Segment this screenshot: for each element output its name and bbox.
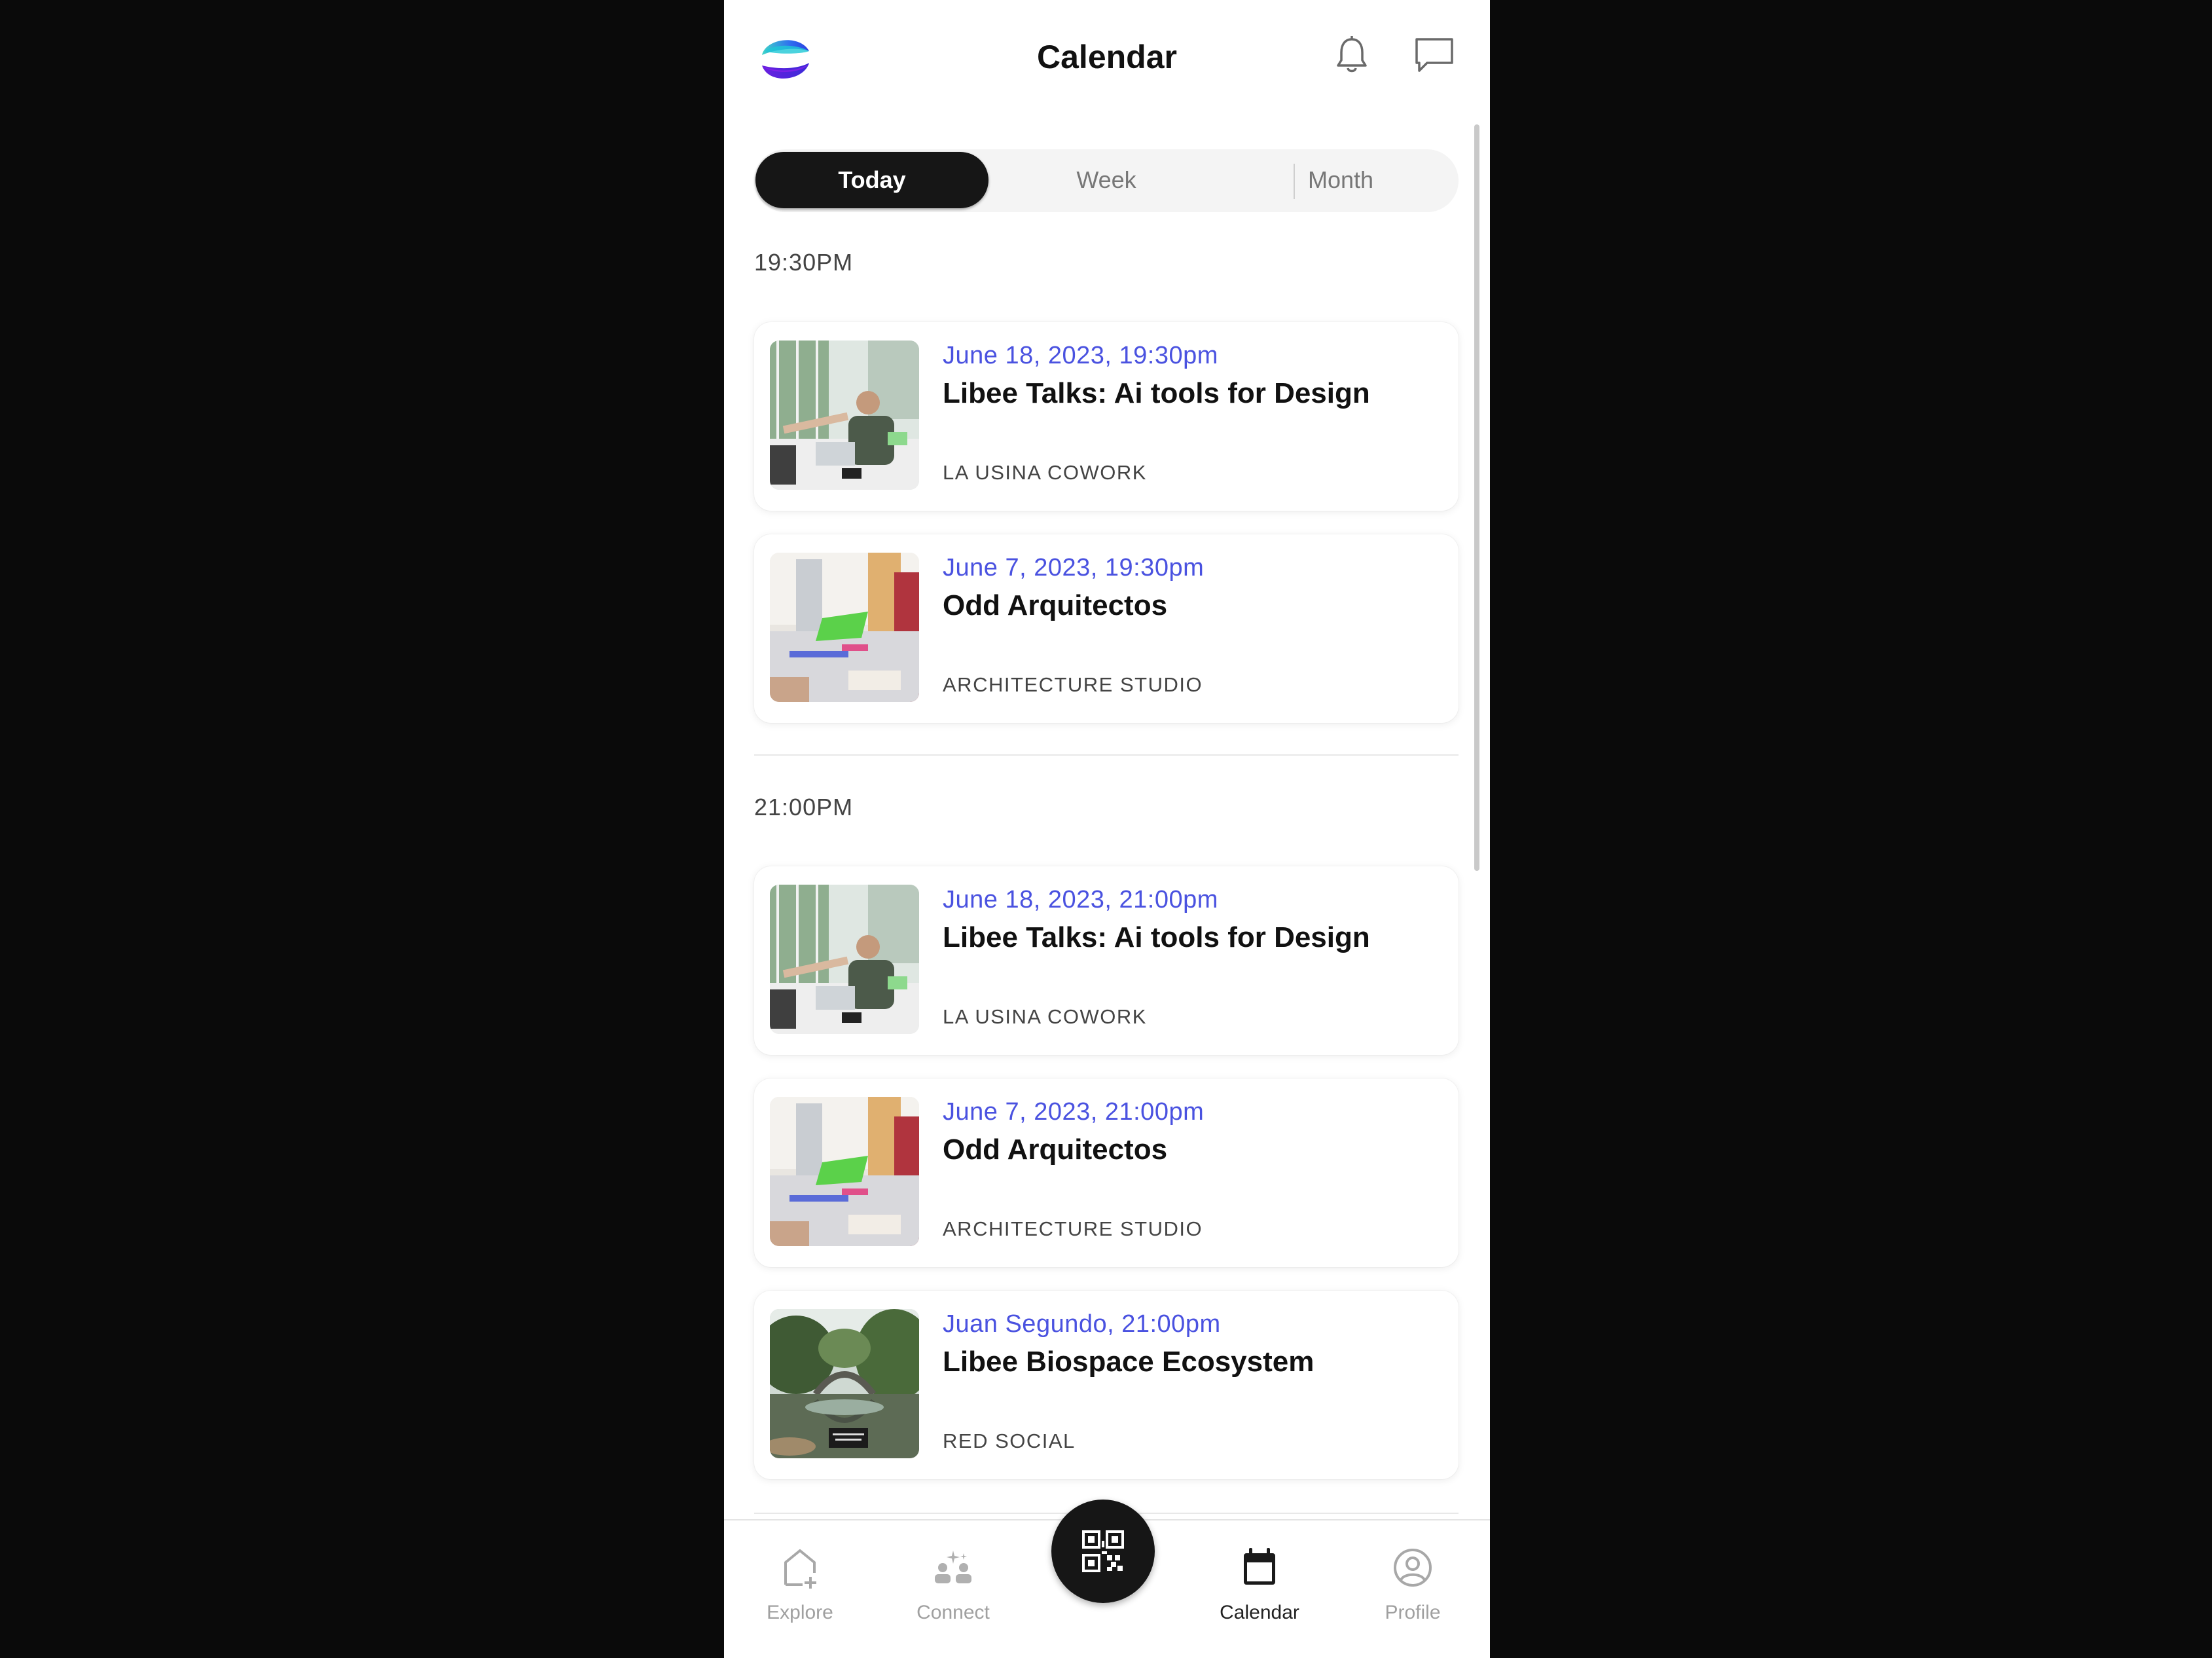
- phone-screen: Calendar Today Week Month 19:30PM June 1…: [724, 0, 1490, 1658]
- nav-explore[interactable]: Explore: [734, 1544, 865, 1642]
- scrollbar[interactable]: [1474, 124, 1479, 871]
- event-date: June 7, 2023, 21:00pm: [943, 1098, 1205, 1126]
- event-venue: LA USINA COWORK: [943, 1005, 1147, 1028]
- event-date: June 18, 2023, 21:00pm: [943, 886, 1218, 913]
- event-card[interactable]: June 18, 2023, 19:30pm Libee Talks: Ai t…: [754, 322, 1459, 511]
- tab-today[interactable]: Today: [755, 152, 988, 208]
- event-title: Odd Arquitectos: [943, 589, 1168, 621]
- bell-icon[interactable]: [1329, 33, 1375, 79]
- nav-profile[interactable]: Profile: [1347, 1544, 1478, 1642]
- qr-code-icon: [1082, 1530, 1124, 1572]
- event-date: June 18, 2023, 19:30pm: [943, 342, 1218, 369]
- event-venue: LA USINA COWORK: [943, 461, 1147, 484]
- nav-label: Calendar: [1220, 1602, 1299, 1623]
- view-segmented-control: Today Week Month: [754, 149, 1459, 212]
- section-divider: [754, 754, 1459, 756]
- event-thumbnail: [770, 1097, 919, 1246]
- nav-label: Explore: [767, 1602, 833, 1623]
- nav-connect[interactable]: Connect: [888, 1544, 1019, 1642]
- chat-icon[interactable]: [1411, 33, 1457, 79]
- event-thumbnail: [770, 553, 919, 702]
- event-card[interactable]: June 18, 2023, 21:00pm Libee Talks: Ai t…: [754, 866, 1459, 1055]
- event-card[interactable]: Juan Segundo, 21:00pm Libee Biospace Eco…: [754, 1291, 1459, 1479]
- page-title: Calendar: [1037, 39, 1177, 75]
- event-title: Odd Arquitectos: [943, 1133, 1168, 1166]
- time-slot-label: 19:30PM: [754, 249, 854, 276]
- explore-icon: [784, 1549, 816, 1589]
- tab-month[interactable]: Month: [1224, 152, 1457, 208]
- event-thumbnail: [770, 885, 919, 1034]
- event-venue: RED SOCIAL: [943, 1429, 1076, 1452]
- event-venue: ARCHITECTURE STUDIO: [943, 1217, 1203, 1240]
- connect-icon: [935, 1551, 971, 1583]
- nav-calendar[interactable]: Calendar: [1194, 1544, 1325, 1642]
- calendar-icon: [1244, 1548, 1275, 1585]
- event-thumbnail: [770, 341, 919, 490]
- event-card[interactable]: June 7, 2023, 19:30pm Odd Arquitectos AR…: [754, 534, 1459, 723]
- time-slot-label: 21:00PM: [754, 794, 854, 820]
- app-header: Calendar: [724, 0, 1490, 118]
- nav-label: Connect: [916, 1602, 990, 1623]
- nav-label: Profile: [1385, 1602, 1441, 1623]
- event-thumbnail: [770, 1309, 919, 1458]
- event-title: Libee Biospace Ecosystem: [943, 1346, 1315, 1378]
- profile-icon: [1394, 1549, 1432, 1587]
- event-date: Juan Segundo, 21:00pm: [943, 1310, 1221, 1338]
- tab-week[interactable]: Week: [990, 152, 1223, 208]
- event-card[interactable]: June 7, 2023, 21:00pm Odd Arquitectos AR…: [754, 1078, 1459, 1267]
- event-venue: ARCHITECTURE STUDIO: [943, 673, 1203, 696]
- qr-scan-button[interactable]: [1051, 1500, 1155, 1603]
- event-date: June 7, 2023, 19:30pm: [943, 554, 1205, 581]
- event-title: Libee Talks: Ai tools for Design: [943, 377, 1370, 409]
- event-title: Libee Talks: Ai tools for Design: [943, 921, 1370, 953]
